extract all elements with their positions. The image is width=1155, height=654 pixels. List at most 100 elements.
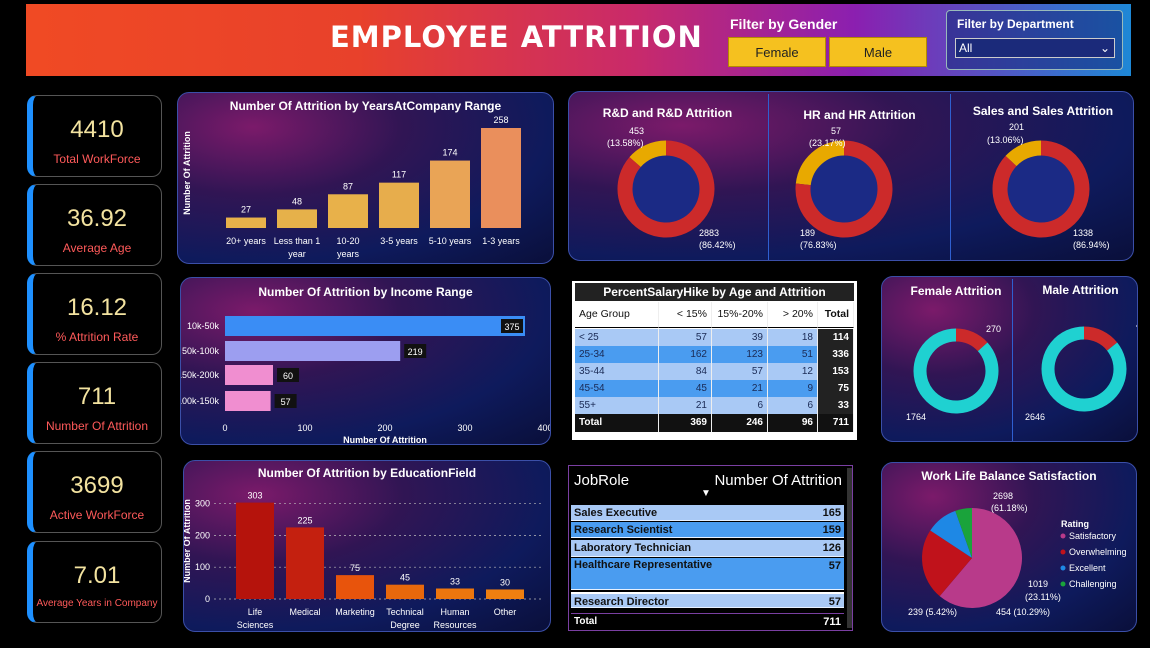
pie-data-label: (23.11%)	[1025, 592, 1061, 602]
female-filter-button[interactable]: Female	[728, 37, 826, 67]
x-tick-label: Life	[248, 607, 263, 617]
years-y-axis-title: Number Of Attrition	[182, 131, 192, 215]
bar-data-label: 27	[241, 205, 251, 215]
table-scrollbar[interactable]	[847, 468, 852, 628]
bar	[225, 341, 401, 361]
education-chart: Number Of Attrition 0 100 200 300 303 Life Scie…	[184, 491, 544, 630]
bar	[328, 194, 368, 228]
table-cell: 9	[768, 380, 818, 397]
donut-data-label: (13.06%)	[987, 135, 1024, 145]
table-cell: Total	[818, 302, 854, 328]
bar-data-label: 60	[283, 371, 293, 381]
table-row: 55+ 21 6 6 33	[575, 397, 854, 414]
pie-data-label: 239 (5.42%)	[908, 607, 957, 617]
kpi-card-number-of-attrition: 711 Number Of Attrition	[27, 362, 162, 444]
table-cell: 162	[659, 346, 712, 363]
male-filter-button[interactable]: Male	[829, 37, 927, 67]
bar-data-label: 45	[400, 573, 410, 583]
x-tick-label: year	[288, 249, 306, 259]
attrition-cell: 159	[822, 524, 841, 536]
years-at-company-panel: Number Of Attrition by YearsAtCompany Ra…	[177, 92, 554, 264]
table-cell: < 25	[575, 329, 659, 346]
y-tick-label: 150k-200k	[181, 370, 219, 380]
attrition-cell: 57	[828, 560, 841, 572]
bar-data-label: 75	[350, 563, 360, 573]
gender-filter-label: Filter by Gender	[730, 16, 838, 32]
donut-data-label: 2883	[699, 228, 719, 238]
table-row: 25-34 162 123 51 336	[575, 346, 854, 363]
table-cell: 96	[768, 414, 818, 432]
education-field-panel: Number Of Attrition by EducationField Nu…	[183, 460, 551, 632]
table-cell: 51	[768, 346, 818, 363]
department-select[interactable]: All ⌄	[955, 38, 1115, 58]
y-tick-label: 300	[195, 499, 210, 509]
table-row[interactable]: Research Director 57	[571, 592, 844, 608]
table-cell: 39	[712, 329, 768, 346]
table-row[interactable]: Healthcare Representative 57	[571, 558, 844, 590]
bar	[286, 527, 324, 599]
x-tick-label: Degree	[390, 620, 420, 630]
chevron-down-icon[interactable]: ⌄	[1100, 39, 1110, 57]
bar	[336, 575, 374, 599]
donut-data-label: 189	[800, 228, 815, 238]
x-tick-label: 20+ years	[226, 236, 266, 246]
x-tick-label: 100	[297, 423, 312, 433]
kpi-card-total-workforce: 4410 Total WorkForce	[27, 95, 162, 177]
sort-desc-icon[interactable]: ▼	[701, 488, 711, 499]
income-x-axis-title: Number Of Attrition	[343, 435, 427, 445]
table-cell: < 15%	[659, 302, 712, 328]
salary-table-title: PercentSalaryHike by Age and Attrition	[575, 283, 854, 301]
jobrole-cell: Research Director	[574, 596, 669, 608]
donut-data-label: (76.83%)	[800, 240, 837, 250]
attrition-cell: 165	[822, 507, 841, 519]
legend-item: Overwhelming	[1069, 547, 1127, 557]
table-total-row: Total 369 246 96 711	[575, 414, 854, 432]
x-tick-label: Marketing	[335, 607, 375, 617]
jobrole-col-header[interactable]: JobRole	[574, 472, 629, 489]
kpi-value: 7.01	[73, 562, 121, 589]
x-tick-label: Technical	[386, 607, 424, 617]
table-cell: 84	[659, 363, 712, 380]
department-filter: Filter by Department All ⌄	[946, 10, 1123, 70]
x-tick-label: years	[337, 249, 360, 259]
table-total-row: Total 711	[571, 613, 844, 629]
donut-data-label: 57	[831, 126, 841, 136]
y-tick-label: 100	[195, 562, 210, 572]
kpi-label: Number Of Attrition	[45, 419, 149, 433]
table-cell: 6	[712, 397, 768, 414]
donut-data-label: 270	[986, 324, 1001, 334]
table-cell: 57	[659, 329, 712, 346]
legend-marker	[1060, 533, 1066, 539]
kpi-card-average-years: 7.01 Average Years in Company	[27, 541, 162, 623]
bar	[386, 584, 424, 599]
donut-data-label: 1338	[1073, 228, 1093, 238]
department-attrition-panel: R&D and R&D Attrition HR and HR Attritio…	[568, 91, 1134, 261]
donut-data-label: (13.58%)	[607, 138, 644, 148]
bar	[481, 128, 521, 228]
donut-slice	[1083, 326, 1118, 351]
bar-data-label: 375	[504, 322, 519, 332]
jobrole-table: JobRole Number Of Attrition ▼ Sales Exec…	[568, 465, 853, 631]
y-tick-label: 10k-50k	[187, 321, 220, 331]
jobrole-cell: Healthcare Representative	[574, 559, 713, 571]
donut-data-label: 2646	[1025, 412, 1045, 422]
kpi-value: 16.12	[66, 294, 128, 321]
jobrole-cell: Laboratory Technician	[574, 542, 692, 554]
x-tick-label: 0	[222, 423, 227, 433]
table-cell: 33	[818, 397, 854, 414]
dashboard: EMPLOYEE ATTRITION Filter by Gender Fema…	[0, 0, 1150, 648]
bar	[225, 391, 271, 411]
bar-data-label: 33	[450, 577, 460, 587]
legend-title: Rating	[1061, 519, 1089, 529]
attrition-col-header[interactable]: Number Of Attrition	[700, 472, 842, 489]
table-cell: 369	[659, 414, 712, 432]
table-row[interactable]: Laboratory Technician 126	[571, 540, 844, 557]
x-tick-label: Sciences	[237, 620, 274, 630]
table-row[interactable]: Sales Executive 165	[571, 505, 844, 521]
table-row: < 25 57 39 18 114	[575, 329, 854, 346]
legend-marker	[1060, 565, 1066, 571]
x-tick-label: 3-5 years	[380, 236, 418, 246]
table-row[interactable]: Research Scientist 159	[571, 522, 844, 538]
x-tick-label: Less than 1	[274, 236, 321, 246]
bar	[379, 182, 419, 228]
